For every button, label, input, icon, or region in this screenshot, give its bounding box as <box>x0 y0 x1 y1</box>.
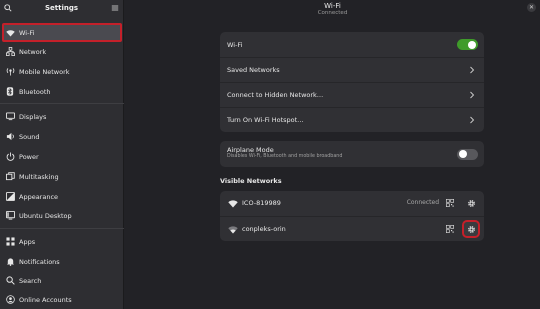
gear-icon <box>467 199 475 207</box>
sidebar-item-network[interactable]: Network <box>2 43 121 60</box>
visible-networks-list: ICO-819989 Connected conpleks-orin <box>220 191 484 241</box>
sidebar-item-apps[interactable]: Apps <box>2 233 121 250</box>
sidebar-item-appearance[interactable]: Appearance <box>2 188 121 205</box>
toggle-knob <box>468 40 476 49</box>
wifi-toggle-row[interactable]: Wi-Fi <box>220 32 484 57</box>
sidebar-item-label: Appearance <box>19 192 59 201</box>
wifi-icon <box>5 28 15 38</box>
display-icon <box>5 112 15 122</box>
sidebar-item-sound[interactable]: Sound <box>2 128 121 145</box>
sidebar-item-bluetooth[interactable]: Bluetooth <box>2 83 121 100</box>
page-title: Wi-Fi <box>324 2 341 10</box>
qr-code-icon[interactable] <box>446 199 454 207</box>
chevron-right-icon <box>470 91 475 99</box>
wifi-toggle-label: Wi-Fi <box>227 40 243 49</box>
network-row[interactable]: ICO-819989 Connected <box>220 191 484 216</box>
sidebar-item-displays[interactable]: Displays <box>2 108 121 125</box>
sidebar-item-label: Multitasking <box>19 172 59 181</box>
power-icon <box>5 152 15 162</box>
saved-networks-row[interactable]: Saved Networks <box>220 57 484 82</box>
sidebar-item-label: Power <box>19 152 39 161</box>
network-name: ICO-819989 <box>242 199 281 207</box>
toggle-knob <box>459 150 467 158</box>
sidebar-item-label: Network <box>19 47 47 56</box>
sidebar-item-label: Mobile Network <box>19 67 70 76</box>
apps-icon <box>5 237 15 247</box>
sidebar-item-notifications[interactable]: Notifications <box>2 253 121 270</box>
visible-networks-heading: Visible Networks <box>220 177 282 185</box>
sidebar-item-label: Search <box>19 276 42 285</box>
hotspot-row[interactable]: Turn On Wi-Fi Hotspot… <box>220 107 484 132</box>
sidebar-header: Settings <box>0 0 123 19</box>
sidebar-item-mobile-network[interactable]: Mobile Network <box>2 63 121 80</box>
speaker-icon <box>5 132 15 142</box>
wifi-signal-icon <box>228 226 238 234</box>
page-subtitle: Connected <box>317 10 348 16</box>
sidebar-item-search[interactable]: Search <box>2 272 121 289</box>
appearance-icon <box>5 192 15 202</box>
network-status: Connected <box>406 199 439 206</box>
sidebar-item-label: Sound <box>19 132 40 141</box>
sidebar-divider <box>0 228 124 229</box>
search-icon <box>5 276 15 286</box>
airplane-mode-card[interactable]: Airplane Mode Disables Wi-Fi, Bluetooth … <box>220 141 484 167</box>
network-name: conpleks-orin <box>242 225 286 233</box>
online-accounts-icon <box>5 295 15 305</box>
sidebar-item-label: Wi-Fi <box>19 28 35 37</box>
multitasking-icon <box>5 172 15 182</box>
sidebar-item-ubuntu-desktop[interactable]: Ubuntu Desktop <box>2 207 121 224</box>
airplane-mode-title: Airplane Mode <box>227 146 274 154</box>
sidebar-item-label: Notifications <box>19 257 60 266</box>
network-settings-button[interactable] <box>464 196 478 210</box>
close-icon: ✕ <box>528 4 535 11</box>
sidebar-item-label: Bluetooth <box>19 87 51 96</box>
sidebar-item-multitasking[interactable]: Multitasking <box>2 168 121 185</box>
sidebar-item-power[interactable]: Power <box>2 148 121 165</box>
sidebar-item-label: Apps <box>19 237 36 246</box>
sidebar-item-label: Displays <box>19 112 47 121</box>
sidebar-divider <box>0 103 124 104</box>
network-settings-button[interactable] <box>462 220 480 238</box>
sidebar: Settings Wi-Fi Network Mobile Network Bl… <box>0 0 124 309</box>
bell-icon <box>5 257 15 267</box>
close-button[interactable]: ✕ <box>527 3 536 12</box>
hidden-network-row[interactable]: Connect to Hidden Network… <box>220 82 484 107</box>
airplane-mode-toggle[interactable] <box>457 148 478 160</box>
wifi-signal-icon <box>228 200 238 208</box>
wifi-toggle[interactable] <box>457 39 478 50</box>
main-panel: Wi-Fi Connected ✕ Wi-Fi Saved Networks C… <box>125 0 540 309</box>
mobile-network-icon <box>5 67 15 77</box>
row-label: Connect to Hidden Network… <box>227 91 324 99</box>
chevron-right-icon <box>470 66 475 74</box>
network-row[interactable]: conpleks-orin <box>220 216 484 241</box>
sidebar-item-wifi[interactable]: Wi-Fi <box>2 24 121 41</box>
network-icon <box>5 47 15 57</box>
airplane-mode-description: Disables Wi-Fi, Bluetooth and mobile bro… <box>227 154 343 159</box>
sidebar-title: Settings <box>44 4 79 12</box>
row-label: Turn On Wi-Fi Hotspot… <box>227 116 304 124</box>
sidebar-item-online-accounts[interactable]: Online Accounts <box>2 291 121 308</box>
hamburger-menu-icon[interactable] <box>111 4 119 12</box>
sidebar-item-label: Ubuntu Desktop <box>19 211 72 220</box>
ubuntu-desktop-icon <box>5 211 15 221</box>
bluetooth-icon <box>5 87 15 97</box>
row-label: Saved Networks <box>227 66 280 74</box>
wifi-settings-card: Wi-Fi Saved Networks Connect to Hidden N… <box>220 32 484 132</box>
qr-code-icon[interactable] <box>446 225 454 233</box>
sidebar-item-label: Online Accounts <box>19 295 72 304</box>
chevron-right-icon <box>470 116 475 124</box>
gear-icon <box>467 225 475 233</box>
